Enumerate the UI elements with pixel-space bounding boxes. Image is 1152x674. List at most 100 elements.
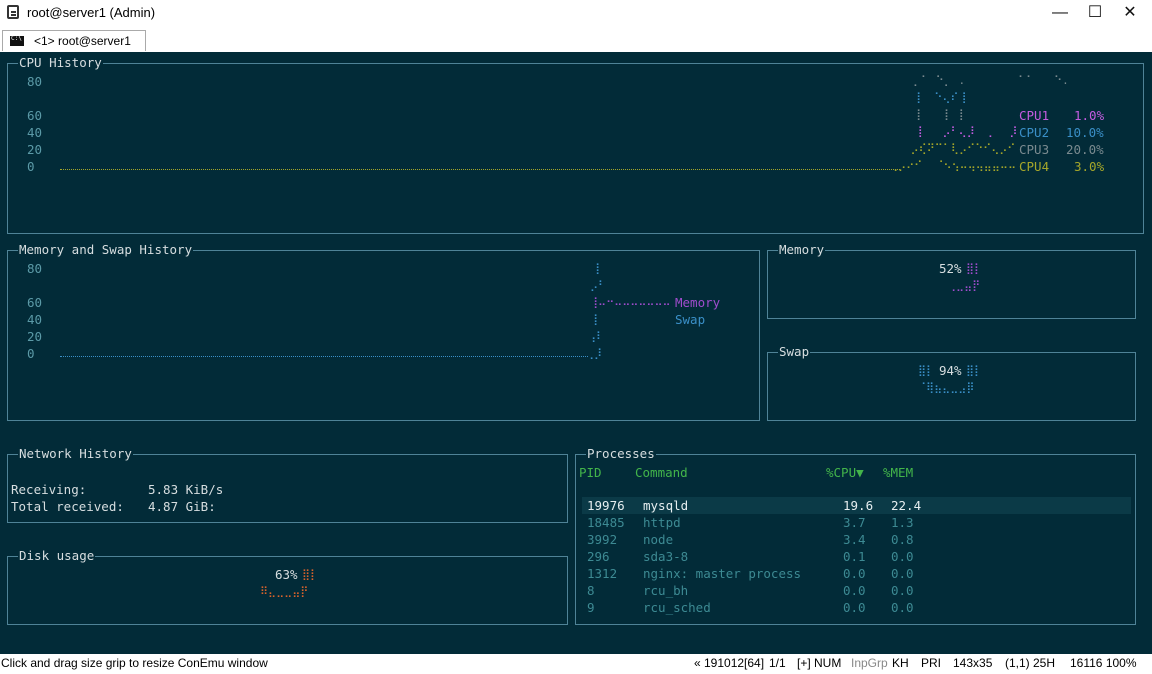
process-cell-command[interactable]: node [643, 531, 673, 548]
process-cell-cpu[interactable]: 3.7 [843, 514, 866, 531]
status-item[interactable]: InpGrp [851, 656, 888, 670]
swap-trace: ⢀⡸ [586, 347, 603, 360]
process-cell-cpu[interactable]: 0.0 [843, 599, 866, 616]
legend-memory: Memory [675, 295, 721, 310]
cpu3-trace: ⢸ ⢸ ⢸ [913, 108, 964, 121]
legend-cpu2-value: 10.0% [1066, 125, 1104, 140]
cpu-baseline [60, 169, 900, 170]
cpu2-trace: ⢸ ⠑⢄⠎⢸ [913, 91, 967, 104]
swap-trace: ⢸ [590, 313, 599, 326]
status-item[interactable]: 16116 100% [1070, 656, 1137, 670]
process-cell-mem[interactable]: 0.0 [891, 565, 914, 582]
memory-gauge: ⢀⣀⣤⡟ [948, 279, 981, 292]
status-item[interactable]: (1,1) 25H [1005, 656, 1055, 670]
process-cell-cpu[interactable]: 0.0 [843, 565, 866, 582]
column-header-cpu[interactable]: %CPU▼ [826, 464, 864, 481]
status-item[interactable]: « 191012[64] [694, 656, 764, 670]
app-icon [7, 5, 19, 19]
status-item[interactable]: [+] NUM [797, 656, 841, 670]
process-cell-pid[interactable]: 1312 [587, 565, 617, 582]
disk-percent: 63% [275, 567, 298, 582]
terminal-area[interactable]: CPU History 80 60 40 20 0 ⡀⠁ ⠑⡀ . ⠁⠁ ⠑. … [0, 52, 1152, 654]
memory-trace: ⢸⠤⠒⠤⠤⠤⠤⠤⠤⠤ [590, 296, 671, 309]
swap-baseline [60, 356, 588, 357]
disk-gauge: ⠿⣄⣀⣀⣤⡟ [260, 585, 309, 598]
legend-cpu4-value: 3.0% [1074, 159, 1105, 174]
y-tick: 0 [27, 346, 35, 361]
legend-cpu4: CPU4 [1019, 159, 1050, 174]
process-cell-mem[interactable]: 0.0 [891, 548, 914, 565]
cpu4-trace: ⡠⢎⠝⠉⠁⢇⡠⠊⠑⠊⢄⡠⠊ [904, 142, 1016, 155]
receiving-label: Receiving: [11, 482, 87, 497]
status-item[interactable]: KH [892, 656, 909, 670]
process-cell-mem[interactable]: 0.0 [891, 582, 914, 599]
column-header-pid[interactable]: PID [579, 464, 602, 481]
window-title: root@server1 (Admin) [27, 5, 156, 20]
y-tick: 0 [27, 159, 35, 174]
panel-title: CPU History [18, 55, 103, 71]
process-cell-pid[interactable]: 296 [587, 548, 610, 565]
legend-swap: Swap [675, 312, 706, 327]
process-cell-command[interactable]: rcu_sched [643, 599, 711, 616]
cpu3-trace: ⡀⠁ ⠑⡀ . ⠁⠁ ⠑. [913, 74, 1069, 87]
process-cell-mem[interactable]: 1.3 [891, 514, 914, 531]
process-cell-cpu[interactable]: 0.1 [843, 548, 866, 565]
process-cell-pid[interactable]: 8 [587, 582, 595, 599]
panel-title: Network History [18, 446, 133, 462]
cpu4-trace: ⢀⡠⠔⠊ ⠈⠢⢢⠤⢤⢤⣤⣤⠤⠤ [890, 159, 1017, 172]
status-item[interactable]: PRI [921, 656, 941, 670]
y-tick: 60 [27, 295, 43, 310]
y-tick: 20 [27, 329, 43, 344]
process-cell-cpu[interactable]: 19.6 [843, 497, 873, 514]
legend-cpu1-value: 1.0% [1074, 108, 1105, 123]
y-tick: 80 [27, 74, 43, 89]
process-cell-pid[interactable]: 19976 [587, 497, 625, 514]
close-button[interactable]: ✕ [1107, 0, 1152, 28]
total-received-label: Total received: [11, 499, 124, 514]
receiving-value: 5.83 KiB/s [148, 482, 224, 497]
title-bar: root@server1 (Admin) — ☐ ✕ [0, 0, 1152, 28]
column-header-mem[interactable]: %MEM [883, 464, 913, 481]
process-cell-pid[interactable]: 18485 [587, 514, 625, 531]
column-header-command[interactable]: Command [635, 464, 688, 481]
memory-gauge: ⣿⡇ [966, 262, 983, 275]
memory-percent: 52% [939, 261, 962, 276]
tab-label: <1> root@server1 [34, 34, 131, 48]
status-item[interactable]: 143x35 [953, 656, 992, 670]
swap-gauge: ⣿⡇ [918, 364, 935, 377]
swap-trace: ⢠⠇ [588, 330, 605, 343]
process-cell-command[interactable]: rcu_bh [643, 582, 688, 599]
y-tick: 40 [27, 125, 43, 140]
process-cell-cpu[interactable]: 3.4 [843, 531, 866, 548]
panel-title: Disk usage [18, 548, 96, 564]
swap-trace: ⡠⠃ [590, 279, 607, 292]
y-tick: 40 [27, 312, 43, 327]
panel-title: Processes [586, 446, 656, 462]
process-cell-command[interactable]: nginx: master process [643, 565, 801, 582]
process-cell-mem[interactable]: 0.0 [891, 599, 914, 616]
network-history-panel: Network History Receiving: 5.83 KiB/s To… [7, 446, 568, 523]
disk-gauge: ⣿⡇ [302, 568, 319, 581]
total-received-value: 4.87 GiB: [148, 499, 216, 514]
process-cell-command[interactable]: mysqld [643, 497, 688, 514]
status-item[interactable]: 1/1 [769, 656, 786, 670]
process-cell-mem[interactable]: 22.4 [891, 497, 921, 514]
cpu1-trace: ⢸ ⡠⠃⢄⡸ ⡀ ⡸ [908, 125, 1018, 138]
process-cell-command[interactable]: httpd [643, 514, 681, 531]
legend-cpu1: CPU1 [1019, 108, 1050, 123]
tab-console-1[interactable]: <1> root@server1 [2, 30, 146, 51]
swap-trace: ⢸ [592, 262, 601, 275]
disk-usage-panel: Disk usage 63% ⣿⡇ ⠿⣄⣀⣀⣤⡟ [7, 548, 568, 625]
process-cell-pid[interactable]: 3992 [587, 531, 617, 548]
swap-panel: Swap ⣿⡇ 94% ⣿⡇ ⠈⢿⣦⣄⣀⣠⡿ [767, 344, 1136, 421]
process-cell-pid[interactable]: 9 [587, 599, 595, 616]
status-bar: Click and drag size grip to resize ConEm… [0, 654, 1152, 674]
process-cell-mem[interactable]: 0.8 [891, 531, 914, 548]
swap-percent: 94% [939, 363, 962, 378]
process-cell-cpu[interactable]: 0.0 [843, 582, 866, 599]
swap-gauge: ⣿⡇ [966, 364, 983, 377]
process-cell-command[interactable]: sda3-8 [643, 548, 688, 565]
y-tick: 20 [27, 142, 43, 157]
legend-cpu2: CPU2 [1019, 125, 1050, 140]
panel-title: Memory [778, 242, 826, 258]
